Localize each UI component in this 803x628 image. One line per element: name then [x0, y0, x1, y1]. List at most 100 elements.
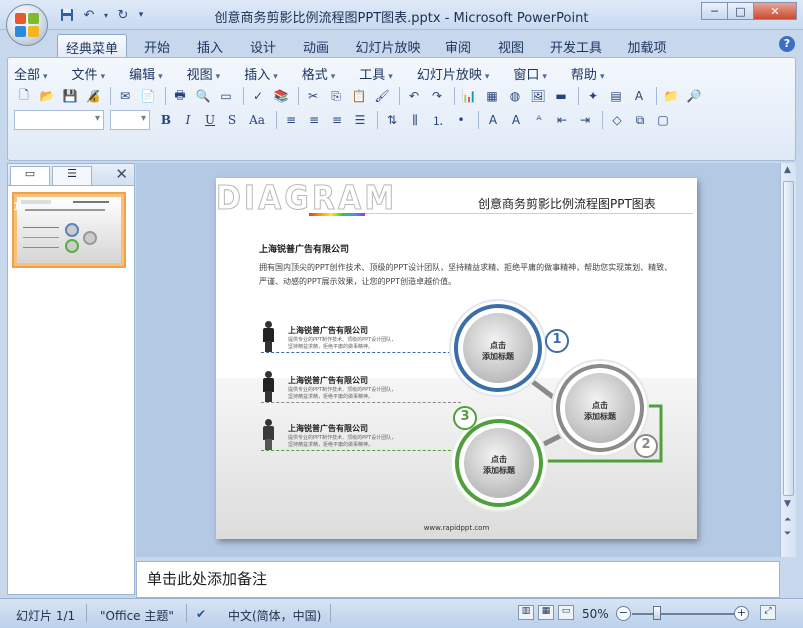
paste-icon[interactable]: 📋: [349, 86, 369, 106]
tab-outline[interactable]: ☰: [52, 166, 92, 185]
menu-format[interactable]: 格式 ▾: [302, 64, 336, 83]
new-slide-icon[interactable]: ✦: [583, 86, 603, 106]
picture-icon[interactable]: 🖼: [528, 86, 548, 106]
print-preview-icon[interactable]: 🔍: [193, 86, 213, 106]
change-case-button[interactable]: Aa: [244, 110, 270, 130]
menu-window[interactable]: 窗口 ▾: [513, 64, 547, 83]
clipart-icon[interactable]: ◍: [505, 86, 525, 106]
fit-to-window-icon[interactable]: ⤢: [760, 605, 776, 620]
tab-review[interactable]: 审阅: [438, 34, 478, 57]
underline-button[interactable]: U: [200, 110, 220, 130]
menu-slideshow[interactable]: 幻灯片放映 ▾: [417, 64, 490, 83]
table-icon[interactable]: ▦: [482, 86, 502, 106]
arrange-icon[interactable]: ⧉: [630, 110, 650, 130]
tab-developer[interactable]: 开发工具: [544, 34, 608, 57]
research-icon[interactable]: 📚: [271, 86, 291, 106]
color-icon[interactable]: ▬: [551, 86, 571, 106]
new-icon[interactable]: 🗋: [14, 86, 34, 106]
scroll-thumb[interactable]: [783, 181, 794, 496]
font-color-icon[interactable]: A: [483, 110, 503, 130]
slide-canvas[interactable]: DIAGRAM 创意商务剪影比例流程图PPT图表 上海锐普广告有限公司 拥有国内…: [216, 178, 697, 539]
menu-tools[interactable]: 工具 ▾: [359, 64, 393, 83]
office-button[interactable]: [6, 4, 48, 46]
layout-icon[interactable]: ▤: [606, 86, 626, 106]
textbox-icon[interactable]: A: [629, 86, 649, 106]
columns-icon[interactable]: ⫼: [405, 110, 425, 130]
close-pane-icon[interactable]: ✕: [115, 165, 128, 183]
zoom-slider-track[interactable]: [632, 613, 736, 615]
zoom-out-button[interactable]: −: [616, 606, 631, 621]
menu-all[interactable]: 全部 ▾: [14, 64, 48, 83]
circle-1-label[interactable]: 点击 添加标题: [473, 340, 523, 362]
redo-icon[interactable]: ↷: [427, 86, 447, 106]
scroll-up-icon[interactable]: ▲: [784, 165, 791, 175]
tab-slides[interactable]: ▭: [10, 166, 50, 185]
normal-view-icon[interactable]: ▥: [518, 605, 534, 620]
previous-slide-icon[interactable]: ⏶: [784, 515, 791, 525]
numbering-icon[interactable]: ⒈: [428, 110, 448, 130]
help-icon[interactable]: ?: [779, 36, 795, 52]
permission-icon[interactable]: 🔏: [83, 86, 103, 106]
send-icon[interactable]: ✉: [115, 86, 135, 106]
tab-view[interactable]: 视图: [491, 34, 531, 57]
print-icon[interactable]: 🖶: [170, 86, 190, 106]
shadow-button[interactable]: S: [222, 110, 242, 130]
language[interactable]: 中文(简体，中国): [228, 607, 321, 624]
open-icon[interactable]: 📂: [37, 86, 57, 106]
find-icon[interactable]: 🔎: [684, 86, 704, 106]
increase-indent-icon[interactable]: ⇥: [575, 110, 595, 130]
format-painter-icon[interactable]: 🖌: [372, 86, 392, 106]
slide-thumbnail[interactable]: [12, 192, 126, 268]
vertical-scrollbar[interactable]: ▲ ▼ ⏶ ⏷: [780, 163, 796, 557]
folder-icon[interactable]: 📁: [661, 86, 681, 106]
zoom-in-button[interactable]: +: [734, 606, 749, 621]
align-right-icon[interactable]: ≡: [327, 110, 347, 130]
menu-edit[interactable]: 编辑 ▾: [129, 64, 163, 83]
justify-icon[interactable]: ☰: [350, 110, 370, 130]
decrease-indent-icon[interactable]: ⇤: [552, 110, 572, 130]
italic-button[interactable]: I: [178, 110, 198, 130]
pdf-icon[interactable]: 📄: [138, 86, 158, 106]
slide-sorter-icon[interactable]: ▦: [538, 605, 554, 620]
zoom-level[interactable]: 50%: [582, 607, 609, 621]
shapes-icon[interactable]: ◇: [607, 110, 627, 130]
zoom-slider-thumb[interactable]: [653, 606, 661, 620]
slide-editing-area[interactable]: DIAGRAM 创意商务剪影比例流程图PPT图表 上海锐普广告有限公司 拥有国内…: [136, 163, 780, 557]
shrink-font-icon[interactable]: ᴬ: [529, 110, 549, 130]
tab-slideshow[interactable]: 幻灯片放映: [352, 34, 424, 57]
tab-design[interactable]: 设计: [243, 34, 283, 57]
quick-styles-icon[interactable]: ▢: [653, 110, 673, 130]
text-direction-icon[interactable]: ⇅: [382, 110, 402, 130]
menu-help[interactable]: 帮助 ▾: [571, 64, 605, 83]
font-combo[interactable]: [14, 110, 104, 130]
tab-addins[interactable]: 加载项: [622, 34, 672, 57]
save-icon[interactable]: 💾: [60, 86, 80, 106]
notes-pane[interactable]: 单击此处添加备注: [136, 561, 780, 598]
slideshow-view-icon[interactable]: ▭: [558, 605, 574, 620]
menu-file[interactable]: 文件 ▾: [72, 64, 106, 83]
tab-home[interactable]: 开始: [137, 34, 177, 57]
circle-3-label[interactable]: 点击 添加标题: [474, 454, 524, 476]
theme-name[interactable]: "Office 主题": [100, 607, 174, 624]
bullets-icon[interactable]: •: [451, 110, 471, 130]
next-slide-icon[interactable]: ⏷: [784, 529, 791, 539]
tab-classic-menu[interactable]: 经典菜单: [57, 34, 127, 57]
view-icon[interactable]: ▭: [216, 86, 236, 106]
align-center-icon[interactable]: ≡: [304, 110, 324, 130]
font-size-combo[interactable]: [110, 110, 150, 130]
maximize-button[interactable]: □: [727, 2, 754, 20]
tab-animations[interactable]: 动画: [296, 34, 336, 57]
undo-icon[interactable]: ↶: [404, 86, 424, 106]
spelling-icon[interactable]: ✓: [248, 86, 268, 106]
tab-insert[interactable]: 插入: [190, 34, 230, 57]
minimize-button[interactable]: ─: [701, 2, 728, 20]
align-left-icon[interactable]: ≡: [281, 110, 301, 130]
spelling-check-icon[interactable]: ✔: [196, 607, 206, 621]
scroll-down-icon[interactable]: ▼: [784, 499, 791, 509]
close-button[interactable]: ✕: [753, 2, 797, 20]
menu-insert[interactable]: 插入 ▾: [244, 64, 278, 83]
circle-2-label[interactable]: 点击 添加标题: [575, 400, 625, 422]
chart-icon[interactable]: 📊: [459, 86, 479, 106]
bold-button[interactable]: B: [156, 110, 176, 130]
cut-icon[interactable]: ✂: [303, 86, 323, 106]
